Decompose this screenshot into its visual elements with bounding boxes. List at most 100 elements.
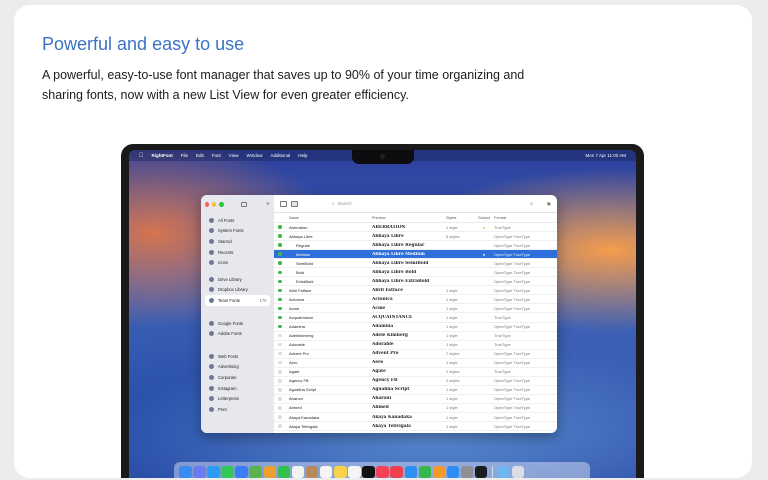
column-header-name[interactable]: Name xyxy=(286,216,372,220)
activation-dot-icon[interactable] xyxy=(278,333,282,338)
finder-icon[interactable] xyxy=(179,465,192,478)
sidebar-item-adobe-fonts[interactable]: Adobe Fonts xyxy=(205,328,270,339)
downloads-folder-icon[interactable] xyxy=(497,465,511,478)
table-row[interactable]: Acquaintance ACQUAINTANCE 1 style TrueType xyxy=(274,313,557,323)
activation-dot-icon[interactable] xyxy=(278,370,282,374)
table-row[interactable]: Regular Abhaya Libre Regular OpenType True… xyxy=(274,241,557,251)
menu-item-help[interactable]: Help xyxy=(298,153,307,158)
contacts-icon[interactable] xyxy=(305,465,319,478)
table-row[interactable]: Advent Pro Advent Pro 7 styles OpenType Tru… xyxy=(274,350,557,359)
activation-dot-icon[interactable] xyxy=(278,279,282,284)
tv-icon[interactable] xyxy=(362,465,375,478)
sidebar-item-system-fonts[interactable]: System Fonts xyxy=(205,226,270,237)
activation-dot-icon[interactable] xyxy=(278,315,282,320)
activation-dot-icon[interactable] xyxy=(278,379,282,383)
sidebar-item-print[interactable]: Print xyxy=(205,404,270,415)
activation-dot-icon[interactable] xyxy=(278,424,282,428)
sidebar-item-all-fonts[interactable]: All Fonts xyxy=(205,215,270,226)
table-row[interactable]: Agency FB Agency FB 2 styles OpenType TrueT… xyxy=(274,377,557,386)
mail-icon[interactable] xyxy=(235,465,248,478)
activation-dot-icon[interactable] xyxy=(278,388,282,392)
activation-dot-icon[interactable] xyxy=(278,243,282,247)
maps-icon[interactable] xyxy=(249,465,262,478)
grid-view-icon[interactable] xyxy=(280,200,287,207)
table-row[interactable]: Ahmed Ahmed 1 style OpenType TrueType xyxy=(274,404,557,413)
notes-icon[interactable] xyxy=(334,465,347,478)
reminders-icon[interactable] xyxy=(319,465,333,478)
table-row[interactable]: Aberration ABERRATION 1 style ● TrueType xyxy=(274,223,557,233)
activation-dot-icon[interactable] xyxy=(278,234,282,238)
activation-dot-icon[interactable] xyxy=(278,252,282,256)
table-row[interactable]: Medium Abhaya Libre Medium ● OpenType TrueT… xyxy=(274,250,557,260)
activation-dot-icon[interactable] xyxy=(278,288,282,293)
activation-dot-icon[interactable] xyxy=(278,342,282,347)
rightfont-icon[interactable] xyxy=(474,465,488,478)
table-row[interactable]: SemiBold Abhaya Libre SemiBold OpenType Tr… xyxy=(274,259,557,269)
minimize-button[interactable] xyxy=(212,202,217,207)
safari-icon[interactable] xyxy=(207,465,220,478)
sidebar-item-instagram[interactable]: Instagram xyxy=(205,383,270,394)
activation-dot-icon[interactable] xyxy=(278,360,282,365)
table-row[interactable]: ExtraBold Abhaya Libre ExtraBold OpenType … xyxy=(274,277,557,287)
activation-dot-icon[interactable] xyxy=(278,415,282,419)
menu-item-edit[interactable]: Edit xyxy=(196,153,204,158)
activation-dot-icon[interactable] xyxy=(278,351,282,356)
sidebar-item-recents[interactable]: Recents xyxy=(205,247,270,258)
column-header-preview[interactable]: Preview xyxy=(372,216,446,220)
menu-item-view[interactable]: View xyxy=(229,153,239,158)
table-row[interactable]: Bold Abhaya Libre Bold OpenType TrueType xyxy=(274,268,557,278)
add-icon[interactable]: + xyxy=(266,201,270,208)
table-row[interactable]: Adelekimberg Adele Kimberg 1 style TrueType xyxy=(274,332,557,341)
apple-icon[interactable]:  xyxy=(139,153,144,159)
launchpad-icon[interactable] xyxy=(193,465,206,478)
activation-dot-icon[interactable] xyxy=(278,297,282,302)
column-header-styles[interactable]: Styles xyxy=(446,216,474,220)
photos-icon[interactable] xyxy=(263,465,277,478)
search-input[interactable]: ⌕ Search xyxy=(332,201,352,206)
trash-icon[interactable] xyxy=(511,465,525,478)
column-header-format[interactable]: Format xyxy=(494,216,544,220)
table-row[interactable]: Aguafina Script Aguafina Script 1 style Ope… xyxy=(274,386,557,395)
sidebar-item-team-fonts[interactable]: Team Fonts 17K xyxy=(205,295,270,306)
messages-icon[interactable] xyxy=(221,465,234,478)
sidebar-item-web-fonts[interactable]: Web Fonts xyxy=(205,351,270,362)
inspector-toggle-icon[interactable]: ▣ xyxy=(547,201,551,207)
sidebar-item-starred[interactable]: Starred xyxy=(205,236,270,247)
activation-dot-icon[interactable] xyxy=(278,261,282,265)
table-row[interactable]: Adorable Adorable 1 style TrueType xyxy=(274,341,557,350)
sidebar-toggle-icon[interactable] xyxy=(240,202,247,207)
activation-dot-icon[interactable] xyxy=(278,270,282,274)
calendar-icon[interactable] xyxy=(291,465,305,478)
column-header-solved[interactable]: Solved xyxy=(474,216,494,220)
activation-dot-icon[interactable] xyxy=(278,306,282,311)
activation-dot-icon[interactable] xyxy=(278,397,282,401)
app-store-icon[interactable] xyxy=(446,465,460,478)
news-icon[interactable] xyxy=(390,465,403,478)
activation-dot-icon[interactable] xyxy=(278,225,282,229)
table-row[interactable]: Abril Fatface Abril Fatface 1 style OpenTyp… xyxy=(274,286,557,296)
sidebar-item-icons[interactable]: Icons xyxy=(205,257,270,268)
activation-dot-icon[interactable] xyxy=(278,406,282,410)
numbers-icon[interactable] xyxy=(418,465,432,478)
table-row[interactable]: Akaya Telivigala Akaya Telivigala 1 style O… xyxy=(274,422,557,432)
table-row[interactable]: Aclonica Aclonica 1 style OpenType TrueType xyxy=(274,295,557,305)
sidebar-item-advertising[interactable]: Advertising xyxy=(205,362,270,373)
freeform-icon[interactable] xyxy=(348,465,361,478)
sidebar-item-corporate[interactable]: Corporate xyxy=(205,372,270,383)
table-row[interactable]: Agate Agate 2 styles TrueType xyxy=(274,368,557,377)
sidebar-item-letterpress[interactable]: Letterpress xyxy=(205,393,270,404)
pages-icon[interactable] xyxy=(432,465,446,478)
music-icon[interactable] xyxy=(376,465,389,478)
table-row[interactable]: Adamina Adamina 1 style OpenType TrueType xyxy=(274,323,557,332)
sidebar-item-drive-library[interactable]: Drive Library xyxy=(205,274,270,285)
menu-item-app[interactable]: RightFont xyxy=(152,153,173,158)
facetime-icon[interactable] xyxy=(277,465,291,478)
table-row[interactable]: Aharoni Aharoni 1 style OpenType TrueType xyxy=(274,395,557,404)
zoom-button[interactable] xyxy=(219,202,224,207)
list-view-icon[interactable] xyxy=(291,200,298,207)
menu-item-additional[interactable]: Additional xyxy=(271,153,291,158)
table-row[interactable]: Akaya Kanadaka Akaya Kanadaka 1 style OpenT… xyxy=(274,413,557,423)
settings-icon[interactable] xyxy=(460,465,474,478)
activation-dot-icon[interactable] xyxy=(278,324,282,329)
table-row[interactable]: Aero Aero 1 style OpenType TrueType xyxy=(274,359,557,368)
